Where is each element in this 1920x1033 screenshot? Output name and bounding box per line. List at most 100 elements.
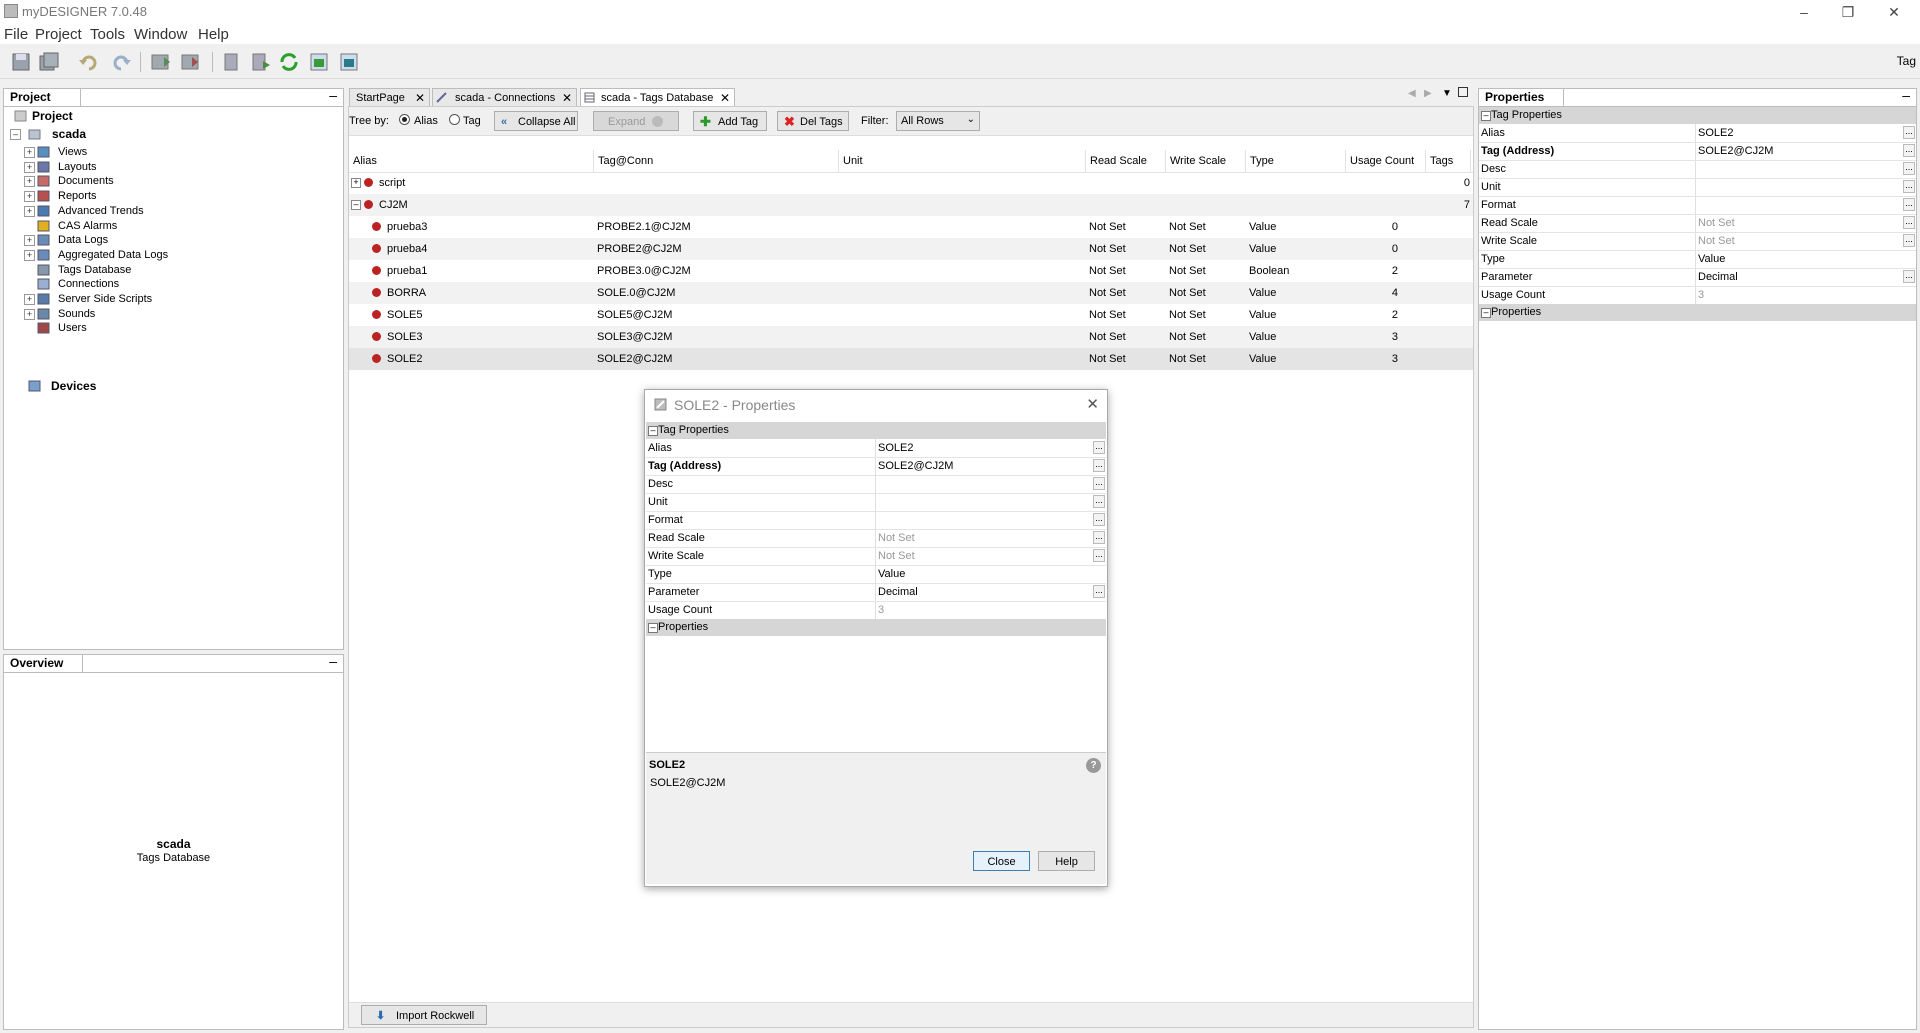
redo-icon[interactable] [110, 51, 132, 73]
ellipsis-button[interactable]: ... [1093, 549, 1105, 562]
collapse-icon[interactable]: – [351, 200, 361, 210]
expand-icon[interactable]: + [24, 205, 35, 217]
table-row[interactable]: prueba1 PROBE3.0@CJ2M Not Set Not Set Boolea… [349, 260, 1473, 282]
save-all-icon[interactable] [38, 51, 60, 73]
property-row-usage-count[interactable]: Usage Count 3 [1479, 286, 1916, 305]
property-row-alias[interactable]: Alias SOLE2... [646, 439, 1106, 458]
property-row-unit[interactable]: Unit... [646, 493, 1106, 512]
tab-scroll-right-icon[interactable]: ▶ [1424, 88, 1432, 99]
property-row-type[interactable]: Type Value [1479, 250, 1916, 269]
close-icon[interactable]: ✕ [1086, 395, 1099, 413]
help-icon[interactable]: ? [1086, 758, 1101, 773]
document-icon[interactable] [220, 51, 242, 73]
table-row[interactable]: SOLE5 SOLE5@CJ2M Not Set Not Set Value 2 [349, 304, 1473, 326]
col-header-alias[interactable]: Alias [349, 150, 594, 172]
col-header-unit[interactable]: Unit [839, 150, 1086, 172]
minimize-button[interactable]: – [1784, 2, 1824, 22]
tab-connections[interactable]: scada - Connections ✕ [432, 88, 577, 106]
refresh-icon[interactable] [278, 51, 300, 73]
col-header-type[interactable]: Type [1246, 150, 1346, 172]
property-row-write-scale[interactable]: Write Scale Not Set... [646, 547, 1106, 566]
minimize-icon[interactable]: – [329, 653, 337, 669]
expand-icon[interactable]: + [24, 308, 35, 320]
add-tag-button[interactable]: ✚ Add Tag [693, 111, 767, 131]
compile-icon[interactable] [250, 51, 272, 73]
ellipsis-button[interactable]: ... [1093, 513, 1105, 526]
expand-icon[interactable]: + [24, 191, 35, 203]
property-row-unit[interactable]: Unit... [1479, 178, 1916, 197]
collapse-icon[interactable]: – [1481, 308, 1491, 318]
menu-window[interactable]: Window [134, 26, 187, 43]
ellipsis-button[interactable]: ... [1093, 477, 1105, 490]
ellipsis-button[interactable]: ... [1903, 144, 1915, 157]
tab-startpage[interactable]: StartPage ✕ [349, 88, 430, 106]
property-row-format[interactable]: Format... [1479, 196, 1916, 215]
property-row-desc[interactable]: Desc... [1479, 160, 1916, 179]
property-row-desc[interactable]: Desc... [646, 475, 1106, 494]
tab-tags-database[interactable]: scada - Tags Database ✕ [580, 88, 735, 106]
ellipsis-button[interactable]: ... [1903, 180, 1915, 193]
menu-tools[interactable]: Tools [90, 26, 125, 43]
help-button[interactable]: Help [1038, 851, 1095, 871]
expand-icon[interactable]: + [24, 294, 35, 305]
expand-button[interactable]: Expand [593, 111, 679, 131]
expand-icon[interactable]: + [24, 249, 35, 261]
download-icon[interactable] [338, 51, 360, 73]
filter-select[interactable]: All Rows ⌄ [896, 111, 980, 131]
property-row-usage-count[interactable]: Usage Count 3 [646, 601, 1106, 620]
category-properties[interactable]: – Properties [1479, 304, 1916, 321]
ellipsis-button[interactable]: ... [1903, 216, 1915, 229]
col-header-usage-count[interactable]: Usage Count [1346, 150, 1426, 172]
save-icon[interactable] [10, 51, 32, 73]
close-icon[interactable]: ✕ [415, 89, 425, 107]
property-row-read-scale[interactable]: Read Scale Not Set... [646, 529, 1106, 548]
close-button[interactable]: Close [973, 851, 1030, 871]
category-tag-properties[interactable]: – Tag Properties [1479, 107, 1916, 124]
collapse-icon[interactable]: – [648, 623, 658, 633]
close-icon[interactable]: ✕ [720, 89, 730, 107]
expand-icon[interactable]: + [351, 178, 361, 188]
property-row-write-scale[interactable]: Write Scale Not Set... [1479, 232, 1916, 251]
table-row[interactable]: prueba4 PROBE2@CJ2M Not Set Not Set Value 0 [349, 238, 1473, 260]
property-row-format[interactable]: Format... [646, 511, 1106, 530]
table-row[interactable]: SOLE2 SOLE2@CJ2M Not Set Not Set Value 3 [349, 348, 1473, 370]
del-tags-button[interactable]: ✖ Del Tags [777, 111, 849, 131]
col-header-read-scale[interactable]: Read Scale [1086, 150, 1166, 172]
group-row-cj2m[interactable]: – CJ2M 7 [349, 194, 1473, 216]
collapse-icon[interactable]: – [10, 129, 21, 140]
ellipsis-button[interactable]: ... [1903, 234, 1915, 247]
close-window-button[interactable]: ✕ [1874, 2, 1914, 22]
minimize-icon[interactable]: – [329, 87, 337, 103]
import-icon[interactable] [150, 51, 172, 73]
close-icon[interactable]: ✕ [562, 89, 572, 107]
maximize-icon[interactable] [1458, 87, 1468, 97]
property-row-read-scale[interactable]: Read Scale Not Set... [1479, 214, 1916, 233]
expand-icon[interactable]: + [24, 235, 35, 247]
ellipsis-button[interactable]: ... [1903, 198, 1915, 211]
collapse-icon[interactable]: – [648, 426, 658, 436]
expand-icon[interactable]: + [24, 161, 35, 173]
ellipsis-button[interactable]: ... [1093, 459, 1105, 472]
ellipsis-button[interactable]: ... [1903, 162, 1915, 175]
col-header-tags[interactable]: Tags [1426, 150, 1471, 172]
property-row-alias[interactable]: Alias SOLE2... [1479, 124, 1916, 143]
category-properties[interactable]: – Properties [646, 619, 1106, 636]
table-row[interactable]: BORRA SOLE.0@CJ2M Not Set Not Set Value 4 [349, 282, 1473, 304]
collapse-all-button[interactable]: «Collapse All [494, 111, 578, 131]
menu-help[interactable]: Help [198, 26, 229, 43]
property-row-type[interactable]: Type Value [646, 565, 1106, 584]
property-row-parameter[interactable]: Parameter Decimal... [646, 583, 1106, 602]
import-rockwell-button[interactable]: ⬇ Import Rockwell [361, 1005, 487, 1025]
group-row-script[interactable]: + script 0 [349, 172, 1473, 194]
tag-radio[interactable] [449, 114, 460, 125]
col-header-tagconn[interactable]: Tag@Conn [594, 150, 839, 172]
ellipsis-button[interactable]: ... [1093, 441, 1105, 454]
col-header-write-scale[interactable]: Write Scale [1166, 150, 1246, 172]
tab-list-icon[interactable]: ▼ [1442, 88, 1452, 99]
ellipsis-button[interactable]: ... [1903, 126, 1915, 139]
menu-file[interactable]: File [4, 26, 28, 43]
alias-radio-label[interactable]: Alias [414, 115, 438, 127]
undo-icon[interactable] [78, 51, 100, 73]
alias-radio[interactable] [399, 114, 410, 125]
menu-project[interactable]: Project [35, 26, 82, 43]
